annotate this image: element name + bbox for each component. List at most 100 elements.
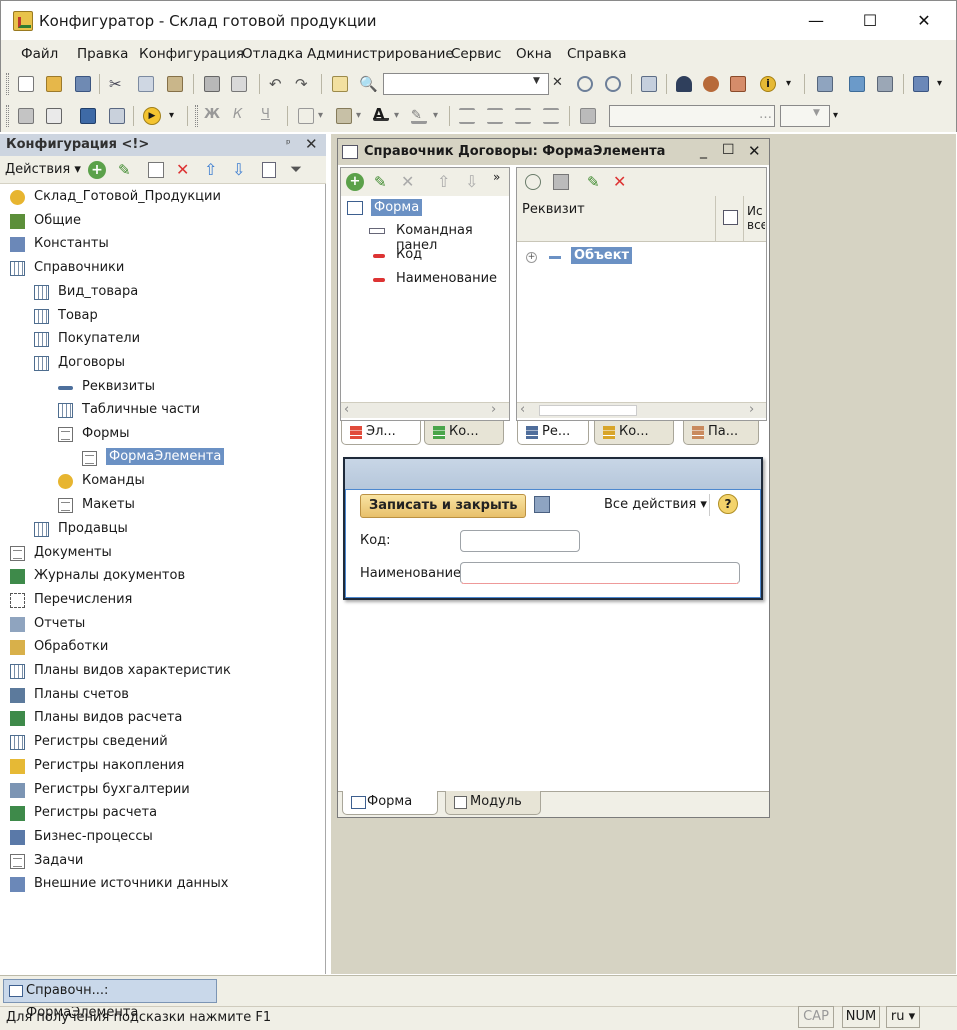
paste-icon[interactable] bbox=[167, 76, 183, 92]
find-next-icon[interactable] bbox=[577, 76, 593, 92]
filter-icon[interactable]: ⏷ bbox=[290, 160, 302, 178]
tree-item[interactable]: −Формы bbox=[0, 423, 320, 446]
element-add-icon[interactable]: + bbox=[346, 173, 364, 191]
save-and-close-button[interactable]: Записать и закрыть bbox=[360, 494, 527, 518]
taskbar-window-button[interactable]: Справочн...: ФормаЭлемента bbox=[3, 979, 217, 1020]
tab-module[interactable]: Модуль bbox=[445, 791, 541, 815]
font-size-dropdown-icon[interactable]: ▼ bbox=[813, 108, 829, 124]
tree-item[interactable]: Бизнес-процессы bbox=[0, 826, 320, 849]
font-color-icon[interactable]: A bbox=[373, 105, 389, 123]
menu-edit[interactable]: Правка bbox=[77, 46, 128, 62]
align-right-icon[interactable] bbox=[515, 108, 531, 124]
copy-icon[interactable] bbox=[138, 76, 154, 92]
help-content-icon[interactable] bbox=[703, 76, 719, 92]
form-layout-icon[interactable] bbox=[109, 108, 125, 124]
align-center-icon[interactable] bbox=[487, 108, 503, 124]
menu-configuration[interactable]: Конфигурация bbox=[139, 46, 244, 62]
tab-elements[interactable]: Эл... bbox=[341, 421, 421, 445]
tree-item[interactable]: Макеты bbox=[0, 494, 320, 517]
highlight-icon[interactable]: ✎ bbox=[411, 108, 427, 124]
italic-icon[interactable]: К bbox=[233, 107, 249, 123]
run-icon[interactable]: ▶ bbox=[143, 107, 161, 125]
element-up-icon[interactable]: ⇧ bbox=[437, 172, 450, 191]
tab-form-commands[interactable]: Ко... bbox=[594, 421, 674, 445]
name-field[interactable] bbox=[460, 562, 740, 584]
menu-file[interactable]: Файл bbox=[21, 46, 58, 62]
syntax-helper-icon[interactable] bbox=[676, 76, 692, 92]
toolbar-more-icon[interactable]: ▾ bbox=[833, 110, 849, 126]
help-index-icon[interactable] bbox=[730, 76, 746, 92]
detail-object[interactable]: Объект bbox=[571, 247, 633, 264]
column-attribute[interactable]: Реквизит bbox=[522, 202, 585, 217]
all-actions-menu[interactable]: Все действия ▾ bbox=[604, 497, 707, 512]
save-icon[interactable] bbox=[75, 76, 91, 92]
compare-icon[interactable] bbox=[817, 76, 833, 92]
edit-icon[interactable]: ✎ bbox=[118, 161, 131, 179]
find-in-files-icon[interactable] bbox=[332, 76, 348, 92]
element-code[interactable]: Код bbox=[396, 247, 422, 262]
detail-add-icon[interactable] bbox=[525, 174, 541, 190]
tree-item[interactable]: Регистры бухгалтерии bbox=[0, 779, 320, 802]
tree-item[interactable]: +Покупатели bbox=[0, 328, 320, 351]
tree-item[interactable]: Склад_Готовой_Продукции bbox=[0, 186, 320, 209]
tree-item[interactable]: Реквизиты bbox=[0, 376, 320, 399]
element-form[interactable]: Форма bbox=[371, 199, 423, 216]
element-more-icon[interactable]: » bbox=[493, 170, 500, 184]
info-icon[interactable]: i bbox=[760, 76, 776, 92]
tree-item[interactable]: Регистры сведений bbox=[0, 731, 320, 754]
minimize-button[interactable]: — bbox=[793, 7, 839, 35]
add-from-copy-icon[interactable] bbox=[148, 162, 164, 178]
menu-windows[interactable]: Окна bbox=[516, 46, 552, 62]
maximize-button[interactable]: ☐ bbox=[847, 7, 893, 35]
underline-icon[interactable]: Ч bbox=[261, 107, 277, 123]
tree-item[interactable]: Внешние источники данных bbox=[0, 873, 320, 896]
tree-item[interactable]: Задачи bbox=[0, 850, 320, 873]
object-expander[interactable]: + bbox=[526, 252, 537, 263]
save-icon-preview[interactable] bbox=[534, 496, 550, 513]
element-edit-icon[interactable]: ✎ bbox=[374, 173, 387, 191]
font-color-dropdown-icon[interactable]: ▾ bbox=[394, 110, 410, 126]
toolbar-grip[interactable] bbox=[6, 73, 9, 95]
db-config-icon[interactable] bbox=[80, 108, 96, 124]
tree-item[interactable]: Константы bbox=[0, 233, 320, 256]
form-check-icon[interactable] bbox=[46, 108, 62, 124]
tree-item[interactable]: Планы счетов bbox=[0, 684, 320, 707]
panel-close-icon[interactable]: ✕ bbox=[305, 135, 318, 153]
column-use-always[interactable]: Ис все bbox=[747, 204, 765, 232]
detail-delete-icon[interactable]: ✕ bbox=[613, 172, 626, 191]
print-preview-icon[interactable] bbox=[231, 76, 247, 92]
help-icon[interactable]: ? bbox=[718, 494, 738, 514]
redo-icon[interactable]: ↷ bbox=[295, 75, 311, 93]
menu-service[interactable]: Сервис bbox=[451, 46, 501, 62]
update-icon[interactable] bbox=[877, 76, 893, 92]
tree-item[interactable]: Табличные части bbox=[0, 399, 320, 422]
menu-help[interactable]: Справка bbox=[567, 46, 626, 62]
highlight-dropdown-icon[interactable]: ▾ bbox=[433, 110, 449, 126]
tree-item[interactable]: +Отчеты bbox=[0, 613, 320, 636]
cut-icon[interactable]: ✂ bbox=[109, 76, 125, 92]
print-icon[interactable] bbox=[204, 76, 220, 92]
font-more-icon[interactable]: … bbox=[759, 107, 775, 123]
info-dropdown-icon[interactable]: ▾ bbox=[786, 78, 802, 94]
form-window-maximize[interactable]: ☐ bbox=[722, 142, 735, 158]
form-settings-icon[interactable] bbox=[18, 108, 34, 124]
run-dropdown-icon[interactable]: ▾ bbox=[169, 110, 185, 126]
database-dropdown-icon[interactable]: ▾ bbox=[937, 78, 953, 94]
database-icon[interactable] bbox=[913, 76, 929, 92]
add-icon[interactable]: + bbox=[88, 161, 106, 179]
bold-icon[interactable]: Ж bbox=[204, 107, 220, 123]
actions-menu[interactable]: Действия ▾ bbox=[5, 162, 81, 177]
undo-icon[interactable]: ↶ bbox=[269, 75, 285, 93]
move-up-icon[interactable]: ⇧ bbox=[204, 160, 217, 179]
open-icon[interactable] bbox=[46, 76, 62, 92]
element-down-icon[interactable]: ⇩ bbox=[465, 172, 478, 191]
sort-icon[interactable] bbox=[262, 162, 276, 178]
tree-item[interactable]: Обработки bbox=[0, 636, 320, 659]
details-hscroll[interactable]: ‹ › bbox=[517, 402, 766, 418]
detail-edit-icon[interactable]: ✎ bbox=[587, 173, 600, 191]
fill-color-icon[interactable] bbox=[336, 108, 352, 124]
windows-icon[interactable] bbox=[641, 76, 657, 92]
tree-item[interactable]: Регистры накопления bbox=[0, 755, 320, 778]
delete-icon[interactable]: ✕ bbox=[176, 160, 189, 179]
close-button[interactable]: ✕ bbox=[901, 7, 947, 35]
